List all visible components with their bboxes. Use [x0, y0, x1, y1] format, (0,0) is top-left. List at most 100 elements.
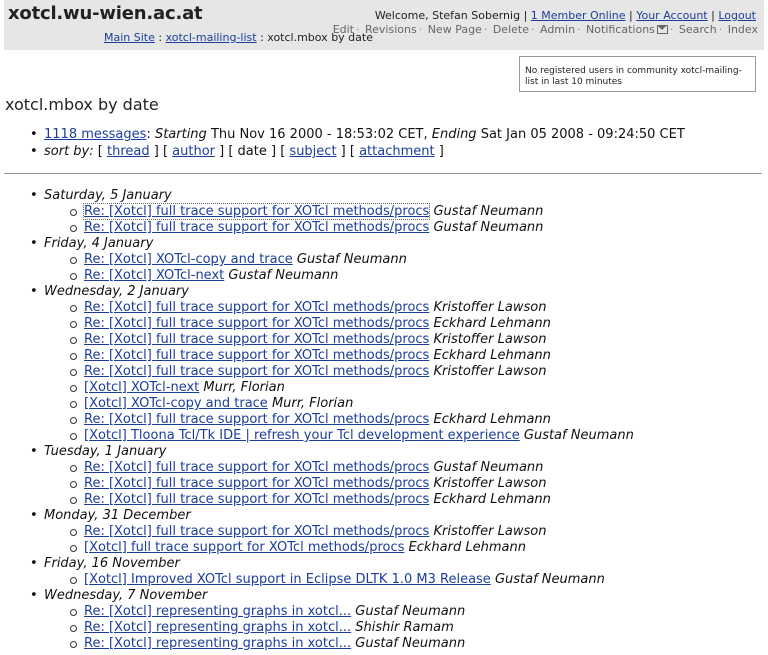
day-heading: Monday, 31 December: [30, 508, 634, 524]
message-subject-link[interactable]: Re: [Xotcl] representing graphs in xotcl…: [84, 604, 351, 619]
message-author: Kristoffer Lawson: [433, 476, 547, 491]
message-list: Saturday, 5 JanuaryRe: [Xotcl] full trac…: [30, 188, 634, 652]
message-subject-link[interactable]: Re: [Xotcl] representing graphs in xotcl…: [84, 620, 351, 635]
welcome-text: Welcome, Stefan Sobernig: [374, 9, 521, 22]
message-row: Re: [Xotcl] full trace support for XOTcl…: [30, 332, 634, 348]
message-author: Gustaf Neumann: [433, 204, 544, 219]
message-row: Re: [Xotcl] full trace support for XOTcl…: [30, 220, 634, 236]
day-heading: Wednesday, 7 November: [30, 588, 634, 604]
message-row: Re: [Xotcl] full trace support for XOTcl…: [30, 348, 634, 364]
message-row: Re: [Xotcl] full trace support for XOTcl…: [30, 476, 634, 492]
message-author: Eckhard Lehmann: [433, 492, 551, 507]
message-subject-link[interactable]: Re: [Xotcl] full trace support for XOTcl…: [84, 332, 429, 347]
action-revisions[interactable]: Revisions: [365, 23, 417, 36]
message-subject-link[interactable]: Re: [Xotcl] XOTcl-next: [84, 268, 224, 283]
site-header: xotcl.wu-wien.ac.at Main Site : xotcl-ma…: [4, 0, 764, 50]
message-subject-link[interactable]: Re: [Xotcl] representing graphs in xotcl…: [84, 636, 351, 651]
message-author: Gustaf Neumann: [228, 268, 339, 283]
message-row: [Xotcl] Tloona Tcl/Tk IDE | refresh your…: [30, 428, 634, 444]
message-subject-link[interactable]: Re: [Xotcl] full trace support for XOTcl…: [82, 203, 431, 220]
day-heading: Friday, 4 January: [30, 236, 634, 252]
message-subject-link[interactable]: Re: [Xotcl] full trace support for XOTcl…: [84, 364, 429, 379]
ending-value: Sat Jan 05 2008 - 09:24:50 CET: [480, 127, 685, 142]
message-author: Gustaf Neumann: [433, 460, 544, 475]
mbox-summary: 1118 messages: Starting Thu Nov 16 2000 …: [30, 126, 685, 160]
message-author: Gustaf Neumann: [296, 252, 407, 267]
message-author: Gustaf Neumann: [494, 572, 605, 587]
message-subject-link[interactable]: [Xotcl] XOTcl-copy and trace: [84, 396, 268, 411]
message-row: Re: [Xotcl] representing graphs in xotcl…: [30, 620, 634, 636]
message-subject-link[interactable]: [Xotcl] Tloona Tcl/Tk IDE | refresh your…: [84, 428, 520, 443]
day-heading: Friday, 16 November: [30, 556, 634, 572]
message-row: Re: [Xotcl] full trace support for XOTcl…: [30, 316, 634, 332]
user-bar: Welcome, Stefan Sobernig | 1 Member Onli…: [374, 9, 756, 22]
message-author: Kristoffer Lawson: [433, 524, 547, 539]
action-delete[interactable]: Delete: [493, 23, 529, 36]
message-subject-link[interactable]: Re: [Xotcl] full trace support for XOTcl…: [84, 524, 429, 539]
sort-subject-link[interactable]: subject: [289, 144, 336, 159]
message-subject-link[interactable]: [Xotcl] full trace support for XOTcl met…: [84, 540, 404, 555]
message-author: Eckhard Lehmann: [433, 316, 551, 331]
message-author: Kristoffer Lawson: [433, 300, 547, 315]
mail-icon: [656, 24, 668, 34]
sort-date-current: date: [237, 144, 267, 159]
message-subject-link[interactable]: Re: [Xotcl] full trace support for XOTcl…: [84, 492, 429, 507]
action-index[interactable]: Index: [728, 23, 758, 36]
day-heading: Tuesday, 1 January: [30, 444, 634, 460]
message-subject-link[interactable]: Re: [Xotcl] full trace support for XOTcl…: [84, 476, 429, 491]
message-row: Re: [Xotcl] full trace support for XOTcl…: [30, 524, 634, 540]
starting-label: Starting: [154, 127, 207, 142]
message-row: Re: [Xotcl] full trace support for XOTcl…: [30, 412, 634, 428]
breadcrumb-mailing-list[interactable]: xotcl-mailing-list: [166, 31, 257, 44]
your-account-link[interactable]: Your Account: [636, 9, 707, 22]
message-author: Murr, Florian: [203, 380, 285, 395]
divider: [4, 173, 762, 174]
online-users-box: No registered users in community xotcl-m…: [519, 56, 756, 92]
ending-label: Ending: [431, 127, 477, 142]
message-subject-link[interactable]: [Xotcl] Improved XOTcl support in Eclips…: [84, 572, 491, 587]
sort-options: sort by: [ thread ] [ author ] [ date ] …: [30, 143, 685, 160]
message-author: Gustaf Neumann: [355, 604, 466, 619]
message-row: [Xotcl] XOTcl-copy and trace Murr, Flori…: [30, 396, 634, 412]
message-subject-link[interactable]: Re: [Xotcl] full trace support for XOTcl…: [84, 220, 429, 235]
message-subject-link[interactable]: Re: [Xotcl] full trace support for XOTcl…: [84, 412, 429, 427]
sort-author-link[interactable]: author: [172, 144, 215, 159]
members-online-link[interactable]: 1 Member Online: [531, 9, 626, 22]
message-subject-link[interactable]: Re: [Xotcl] full trace support for XOTcl…: [84, 348, 429, 363]
message-row: Re: [Xotcl] full trace support for XOTcl…: [30, 364, 634, 380]
message-row: Re: [Xotcl] XOTcl-next Gustaf Neumann: [30, 268, 634, 284]
breadcrumb-separator: :: [154, 31, 166, 44]
sort-thread-link[interactable]: thread: [107, 144, 150, 159]
message-author: Gustaf Neumann: [433, 220, 544, 235]
message-row: [Xotcl] XOTcl-next Murr, Florian: [30, 380, 634, 396]
messages-count-link[interactable]: 1118 messages: [44, 127, 146, 142]
message-row: Re: [Xotcl] full trace support for XOTcl…: [30, 460, 634, 476]
page-title: xotcl.mbox by date: [5, 95, 159, 114]
message-subject-link[interactable]: Re: [Xotcl] full trace support for XOTcl…: [84, 300, 429, 315]
message-subject-link[interactable]: Re: [Xotcl] XOTcl-copy and trace: [84, 252, 293, 267]
message-row: [Xotcl] full trace support for XOTcl met…: [30, 540, 634, 556]
message-author: Kristoffer Lawson: [433, 364, 547, 379]
message-author: Gustaf Neumann: [523, 428, 634, 443]
action-admin[interactable]: Admin: [540, 23, 575, 36]
action-edit[interactable]: Edit: [333, 23, 354, 36]
breadcrumb-main-site[interactable]: Main Site: [104, 31, 155, 44]
action-new-page[interactable]: New Page: [428, 23, 482, 36]
message-row: Re: [Xotcl] XOTcl-copy and trace Gustaf …: [30, 252, 634, 268]
action-notifications[interactable]: Notifications: [586, 23, 655, 36]
message-subject-link[interactable]: [Xotcl] XOTcl-next: [84, 380, 199, 395]
starting-value: Thu Nov 16 2000 - 18:53:02 CET,: [210, 127, 428, 142]
action-search[interactable]: Search: [679, 23, 717, 36]
breadcrumb-separator: :: [256, 31, 268, 44]
message-author: Kristoffer Lawson: [433, 332, 547, 347]
message-row: Re: [Xotcl] full trace support for XOTcl…: [30, 492, 634, 508]
message-subject-link[interactable]: Re: [Xotcl] full trace support for XOTcl…: [84, 316, 429, 331]
sort-attachment-link[interactable]: attachment: [359, 144, 435, 159]
logout-link[interactable]: Logout: [718, 9, 756, 22]
message-author: Gustaf Neumann: [355, 636, 466, 651]
summary-range: 1118 messages: Starting Thu Nov 16 2000 …: [30, 126, 685, 143]
site-title: xotcl.wu-wien.ac.at: [8, 3, 203, 24]
message-row: Re: [Xotcl] representing graphs in xotcl…: [30, 636, 634, 652]
message-subject-link[interactable]: Re: [Xotcl] full trace support for XOTcl…: [84, 460, 429, 475]
message-row: [Xotcl] Improved XOTcl support in Eclips…: [30, 572, 634, 588]
